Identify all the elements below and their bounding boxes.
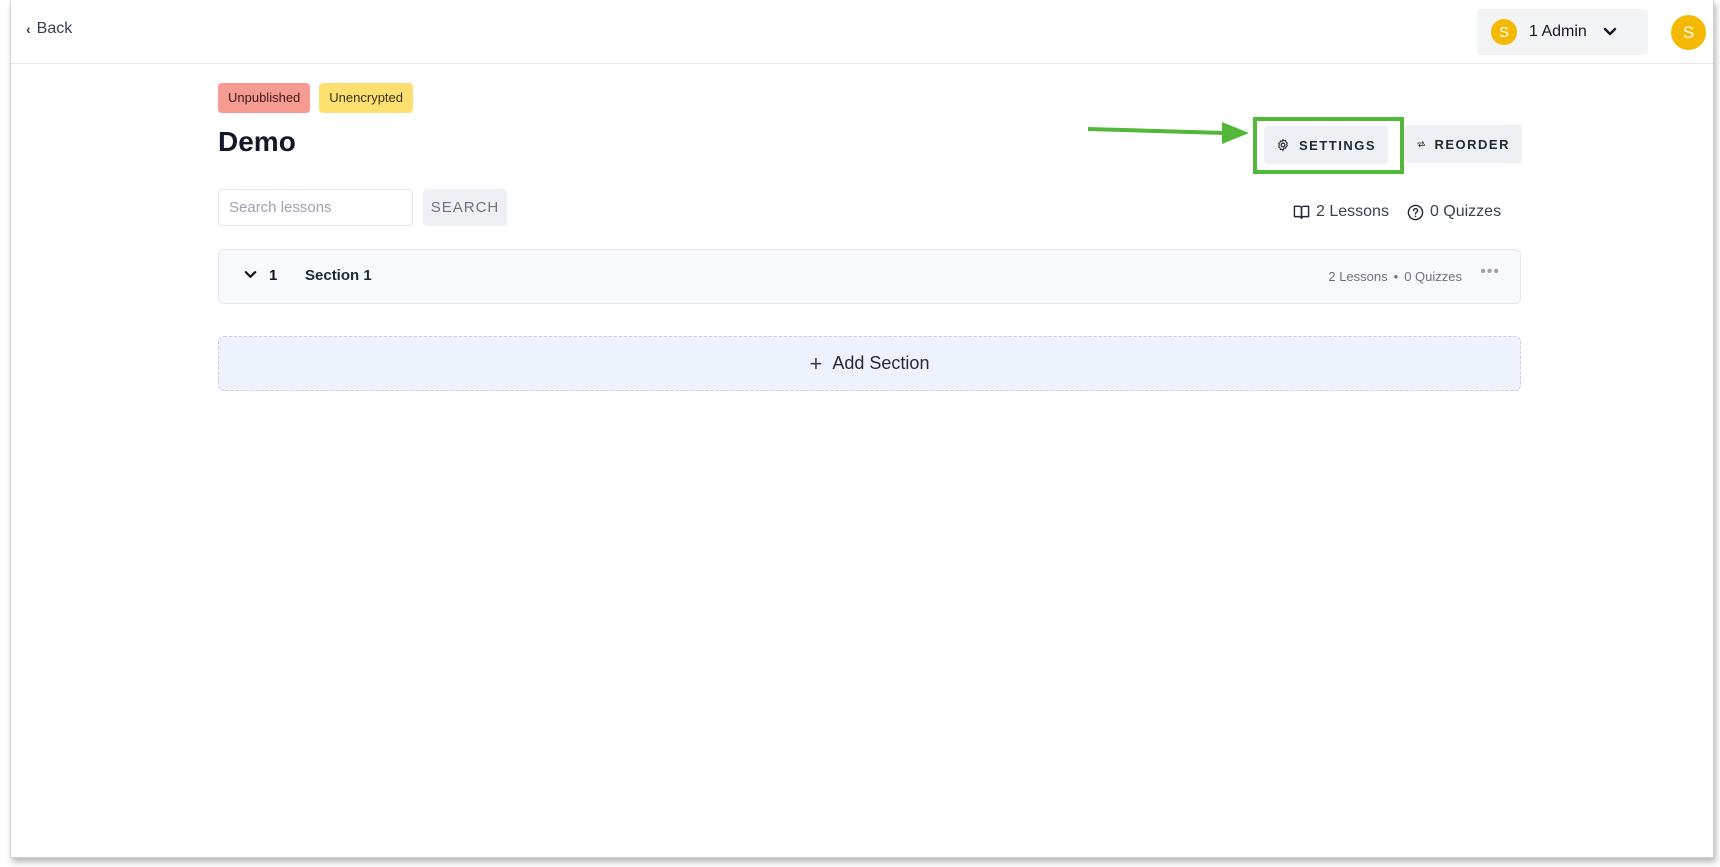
- page-title: Demo: [218, 126, 296, 157]
- reorder-icon: [1417, 141, 1425, 148]
- reorder-button[interactable]: REORDER: [1405, 125, 1522, 163]
- section-number: 1: [269, 267, 278, 284]
- user-avatar[interactable]: S: [1671, 15, 1706, 50]
- app-window: ‹ Back S 1 Admin S Unpublished Unencrypt…: [10, 0, 1714, 858]
- settings-button[interactable]: SETTINGS: [1264, 126, 1388, 164]
- chevron-down-icon[interactable]: [244, 270, 257, 280]
- quizzes-count: 0 Quizzes: [1429, 203, 1502, 220]
- add-section-label: Add Section: [832, 353, 930, 373]
- question-circle-icon: [1407, 204, 1424, 220]
- gear-icon: [1278, 138, 1288, 152]
- back-link[interactable]: ‹ Back: [26, 20, 72, 38]
- section-quizzes: 0 Quizzes: [1404, 269, 1462, 284]
- section-row[interactable]: 1 Section 1 2 Lessons • 0 Quizzes •••: [218, 249, 1521, 304]
- lessons-stat: 2 Lessons: [1293, 203, 1389, 221]
- meta-separator: •: [1393, 269, 1399, 284]
- org-label: 1 Admin: [1529, 23, 1587, 40]
- section-name: Section 1: [305, 267, 372, 284]
- annotation-arrow: [1087, 122, 1249, 144]
- top-bar: ‹ Back S 1 Admin S: [11, 0, 1713, 64]
- back-label: Back: [36, 20, 73, 37]
- add-section-button[interactable]: + Add Section: [218, 336, 1521, 391]
- section-meta: 2 Lessons • 0 Quizzes: [1328, 269, 1462, 284]
- reorder-label: REORDER: [1434, 136, 1510, 152]
- settings-label: SETTINGS: [1298, 137, 1376, 153]
- book-icon: [1293, 205, 1310, 220]
- quizzes-stat: 0 Quizzes: [1407, 203, 1501, 221]
- status-badges: Unpublished Unencrypted: [218, 83, 413, 113]
- section-lessons: 2 Lessons: [1328, 269, 1388, 284]
- org-switcher[interactable]: S 1 Admin: [1477, 9, 1648, 55]
- chevron-down-icon: [1603, 27, 1617, 36]
- search-input[interactable]: [218, 189, 413, 226]
- course-stats: 2 Lessons 0 Quizzes: [1293, 203, 1501, 221]
- unpublished-badge: Unpublished: [218, 83, 311, 113]
- unencrypted-badge: Unencrypted: [319, 83, 413, 113]
- chevron-left-icon: ‹: [26, 21, 31, 37]
- plus-icon: +: [809, 350, 823, 376]
- more-options-icon[interactable]: •••: [1480, 263, 1500, 281]
- org-avatar: S: [1491, 19, 1517, 45]
- search-button[interactable]: SEARCH: [423, 189, 507, 226]
- lessons-count: 2 Lessons: [1316, 203, 1389, 220]
